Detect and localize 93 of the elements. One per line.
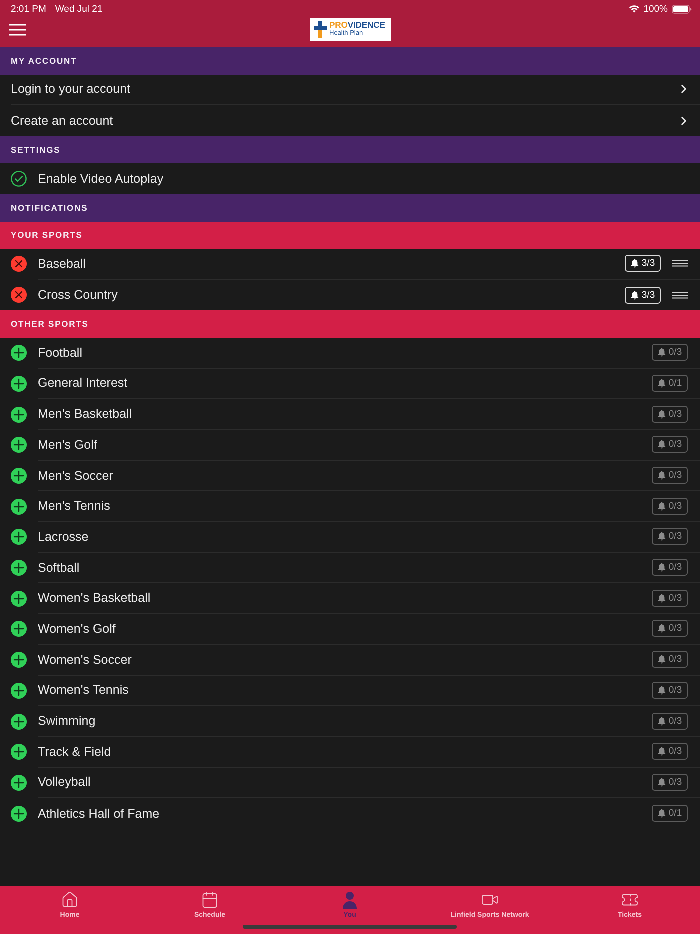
sport-name: Women's Basketball: [38, 591, 152, 606]
check-circle-icon[interactable]: [11, 170, 27, 187]
bell-icon: [658, 809, 666, 818]
add-icon[interactable]: [11, 376, 27, 392]
bell-icon: [658, 624, 666, 634]
menu-icon[interactable]: [9, 24, 26, 36]
setting-label: Enable Video Autoplay: [38, 172, 165, 186]
alerts-button[interactable]: 0/3: [652, 498, 688, 515]
add-icon[interactable]: [11, 714, 27, 730]
sport-name: Softball: [38, 560, 81, 575]
alerts-button[interactable]: 0/3: [652, 712, 688, 730]
alerts-button[interactable]: 0/3: [652, 682, 688, 699]
alerts-button[interactable]: 3/3: [625, 286, 661, 304]
menu-item[interactable]: Login to your account: [11, 74, 700, 106]
bell-icon: [658, 594, 666, 603]
logo-wordmark: PROVIDENCE: [330, 21, 386, 30]
wifi-icon: [628, 5, 640, 13]
alerts-button[interactable]: 0/3: [652, 559, 688, 576]
alerts-button[interactable]: 0/3: [652, 590, 688, 607]
section-header: NOTIFICATIONS: [0, 194, 700, 222]
sport-name: Swimming: [38, 714, 97, 728]
add-icon[interactable]: [11, 806, 27, 822]
sport-name: Baseball: [38, 256, 87, 271]
alerts-button[interactable]: 0/3: [652, 620, 688, 638]
alerts-button[interactable]: 0/3: [652, 651, 688, 668]
add-icon[interactable]: [11, 621, 27, 638]
section-header: SETTINGS: [0, 136, 700, 164]
add-icon[interactable]: [11, 652, 27, 668]
sport-name: Men's Tennis: [38, 499, 112, 514]
alerts-button[interactable]: 0/3: [652, 344, 688, 362]
person-icon: [342, 891, 358, 909]
bell-icon: [658, 471, 666, 480]
bell-icon: [658, 440, 666, 450]
section-header: OTHER SPORTS: [0, 310, 700, 338]
add-icon[interactable]: [11, 744, 27, 760]
bell-icon: [658, 532, 666, 542]
sport-name: Women's Tennis: [38, 683, 130, 698]
bell-icon: [658, 348, 666, 358]
bell-icon: [658, 778, 666, 787]
bell-icon: [658, 747, 666, 756]
drag-handle-icon[interactable]: [672, 260, 688, 268]
sport-name: Women's Soccer: [38, 652, 133, 667]
add-icon[interactable]: [11, 406, 27, 423]
bell-icon: [658, 563, 666, 572]
sport-name: Football: [38, 346, 84, 360]
sport-name: Volleyball: [38, 775, 92, 790]
remove-icon[interactable]: [11, 287, 27, 304]
add-icon[interactable]: [11, 774, 27, 791]
sport-name: Men's Golf: [38, 438, 98, 452]
alerts-button[interactable]: 0/3: [652, 774, 688, 791]
bell-icon: [658, 502, 666, 511]
menu-item[interactable]: Create an account: [11, 105, 700, 136]
add-icon[interactable]: [11, 560, 27, 576]
bell-icon: [658, 378, 666, 388]
alerts-button[interactable]: 0/1: [652, 805, 688, 822]
house-icon: [60, 891, 79, 909]
add-icon[interactable]: [11, 345, 27, 362]
bell-icon: [658, 655, 666, 664]
sport-name: Cross Country: [38, 288, 119, 302]
sport-name: Women's Golf: [38, 622, 117, 636]
alerts-button[interactable]: 0/3: [652, 436, 688, 454]
drag-handle-icon[interactable]: [672, 292, 688, 299]
sport-name: Men's Basketball: [38, 407, 134, 422]
sport-name: General Interest: [38, 376, 129, 390]
sport-name: Lacrosse: [38, 530, 90, 544]
bell-icon: [658, 716, 666, 726]
add-icon[interactable]: [11, 437, 27, 454]
sport-name: Men's Soccer: [38, 468, 114, 483]
section-header: MY ACCOUNT: [0, 47, 700, 74]
remove-icon[interactable]: [11, 256, 27, 272]
alerts-button[interactable]: 0/3: [652, 743, 688, 760]
add-icon[interactable]: [11, 498, 27, 515]
alerts-button[interactable]: 0/3: [652, 467, 688, 484]
bell-icon: [630, 290, 639, 300]
alerts-button[interactable]: 0/1: [652, 374, 688, 392]
battery-percent: 100%: [644, 4, 668, 14]
calendar-icon: [201, 891, 219, 909]
add-icon[interactable]: [11, 682, 27, 699]
bell-icon: [658, 686, 666, 695]
sport-name: Track & Field: [38, 744, 112, 759]
alerts-button[interactable]: 0/3: [652, 528, 688, 546]
bell-icon: [658, 410, 666, 419]
status-time: 2:01 PM: [11, 4, 46, 14]
sport-name: Athletics Hall of Fame: [38, 806, 161, 821]
bell-icon: [630, 259, 639, 268]
add-icon[interactable]: [11, 468, 27, 484]
alerts-button[interactable]: 3/3: [625, 255, 661, 272]
alerts-button[interactable]: 0/3: [652, 406, 688, 423]
status-date: Wed Jul 21: [55, 4, 103, 14]
add-icon[interactable]: [11, 529, 27, 546]
add-icon[interactable]: [11, 590, 27, 607]
section-header: YOUR SPORTS: [0, 222, 700, 250]
battery-icon: [672, 4, 692, 14]
